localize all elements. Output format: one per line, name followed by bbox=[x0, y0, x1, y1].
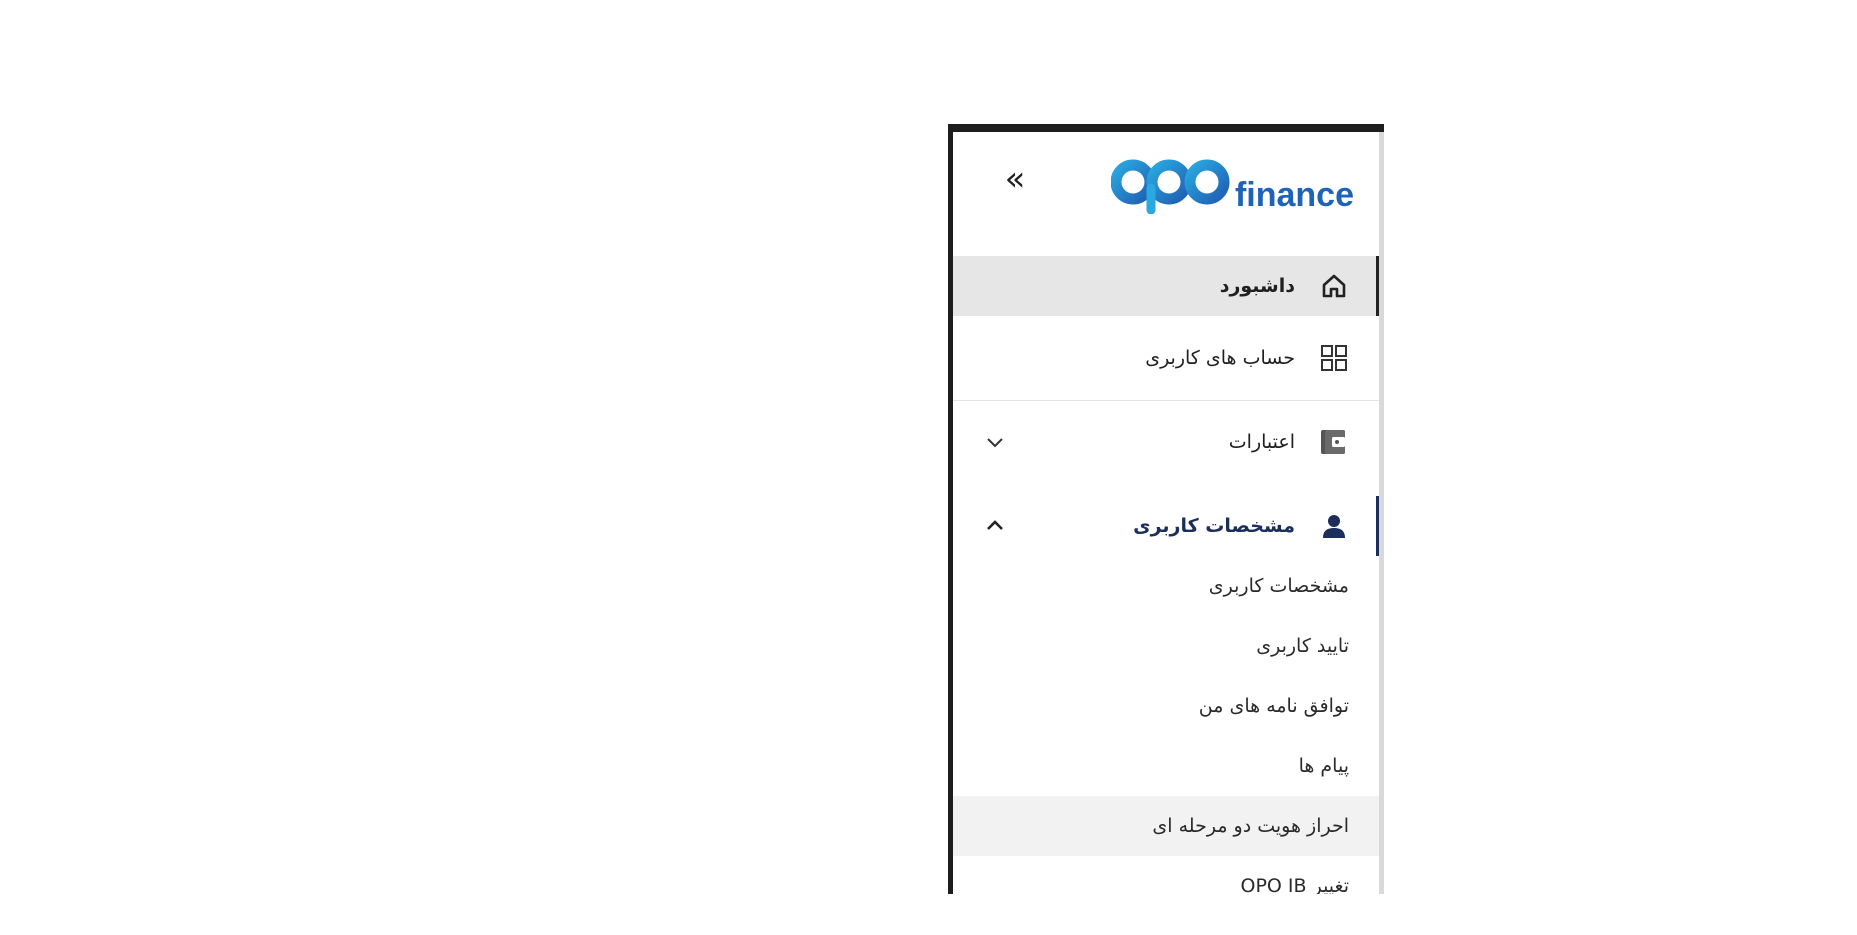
submenu-item-label: پیام ها bbox=[1298, 755, 1349, 777]
submenu-item-2fa[interactable]: احراز هویت دو مرحله ای bbox=[953, 796, 1379, 856]
logo: finance bbox=[1110, 158, 1354, 214]
sidebar-item-accounts[interactable]: حساب های کاربری bbox=[953, 328, 1379, 388]
submenu-item-label: احراز هویت دو مرحله ای bbox=[1152, 815, 1349, 837]
sidebar-item-label: حساب های کاربری bbox=[1145, 347, 1295, 369]
submenu-item-label: توافق نامه های من bbox=[1198, 695, 1349, 717]
submenu-item-messages[interactable]: پیام ها bbox=[953, 736, 1379, 796]
submenu-item-profile[interactable]: مشخصات کاربری bbox=[953, 556, 1379, 616]
divider bbox=[953, 400, 1379, 401]
user-icon bbox=[1319, 511, 1349, 541]
submenu-item-label: مشخصات کاربری bbox=[1208, 575, 1349, 597]
opo-logo-icon bbox=[1110, 159, 1230, 214]
submenu-item-label: تغییر OPO IB bbox=[1240, 875, 1350, 894]
wallet-icon bbox=[1319, 427, 1349, 457]
logo-wordmark: finance bbox=[1234, 176, 1354, 214]
sidebar-item-credits[interactable]: اعتبارات bbox=[953, 412, 1379, 472]
sidebar-item-label: مشخصات کاربری bbox=[1133, 515, 1295, 537]
sidebar-item-label: اعتبارات bbox=[1228, 431, 1295, 453]
chevron-down-icon[interactable] bbox=[983, 430, 1007, 454]
grid-icon bbox=[1319, 343, 1349, 373]
chevron-up-icon[interactable] bbox=[983, 514, 1007, 538]
sidebar: « finance داشبورد حساب های کاربری اعتبار… bbox=[948, 124, 1384, 894]
submenu-item-change-ib[interactable]: تغییر OPO IB bbox=[953, 856, 1379, 894]
sidebar-item-dashboard[interactable]: داشبورد bbox=[953, 256, 1379, 316]
sidebar-item-label: داشبورد bbox=[1219, 275, 1295, 297]
submenu-item-label: تایید کاربری bbox=[1256, 635, 1349, 657]
submenu-item-verification[interactable]: تایید کاربری bbox=[953, 616, 1379, 676]
sidebar-item-profile[interactable]: مشخصات کاربری bbox=[953, 496, 1379, 556]
submenu-item-agreements[interactable]: توافق نامه های من bbox=[953, 676, 1379, 736]
collapse-sidebar-button[interactable]: « bbox=[995, 162, 1035, 198]
double-chevron-left-icon: « bbox=[1004, 159, 1026, 199]
home-icon bbox=[1319, 271, 1349, 301]
